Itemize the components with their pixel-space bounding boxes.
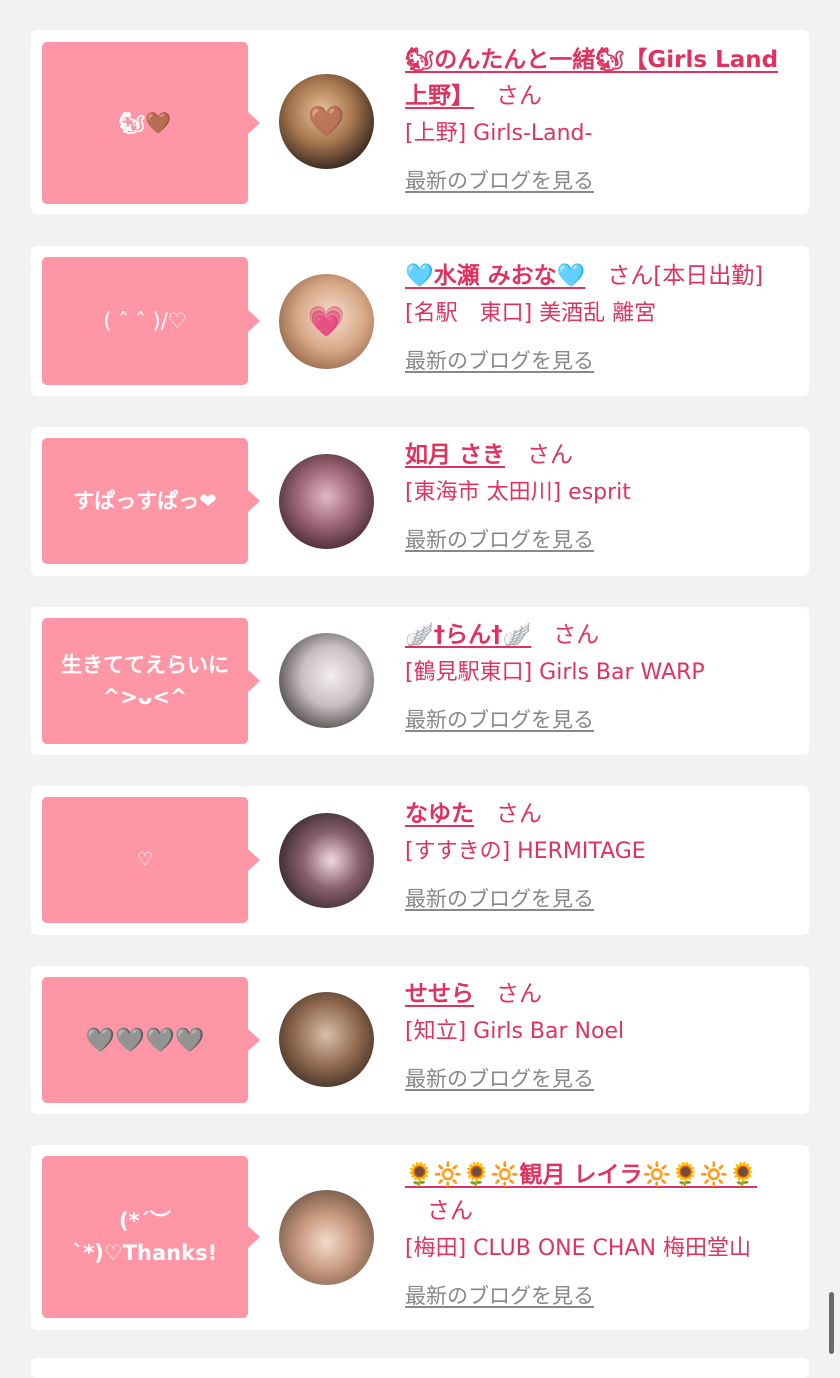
list-item: 生きててえらいに ^>ᴗ<^ 🪽†らん†🪽 さん [鶴見駅東口] Girls Ba…: [31, 607, 809, 755]
latest-blog-link[interactable]: 最新のブログを見る: [405, 1280, 594, 1310]
user-name-link[interactable]: 🌻🔆🌻🔆観月 レイラ🔆🌻🔆🌻: [405, 1162, 757, 1188]
shop-label: [鶴見駅東口] Girls Bar WARP: [405, 660, 705, 685]
latest-blog-link[interactable]: 最新のブログを見る: [405, 1063, 594, 1093]
list-item: 🩶🩶🩶🩶 せせら さん [知立] Girls Bar Noel 最新のブログを見る: [31, 966, 809, 1114]
message-bubble: 🐿🤎: [42, 42, 260, 204]
message-bubble: すぱっすぱっ❤: [42, 438, 260, 564]
scrollbar[interactable]: [829, 1292, 834, 1354]
name-line: 🌻🔆🌻🔆観月 レイラ🔆🌻🔆🌻 さん: [405, 1157, 801, 1229]
user-name-link[interactable]: 如月 さき: [405, 442, 505, 468]
latest-blog-link[interactable]: 最新のブログを見る: [405, 524, 594, 554]
message-bubble: (*´︶`*)♡Thanks!: [42, 1156, 260, 1318]
name-line: せせら さん: [405, 976, 801, 1012]
honorific: さん[本日出勤]: [607, 263, 764, 289]
user-name-link[interactable]: なゆた: [405, 801, 474, 827]
name-line: 🐿のんたんと一緒🐿【Girls Land 上野】 さん: [405, 42, 801, 114]
message-bubble: ♡: [42, 797, 260, 923]
honorific: さん: [496, 981, 542, 1007]
user-name-link[interactable]: 🐿のんたんと一緒🐿【Girls Land 上野】: [405, 47, 778, 109]
name-line: 🩵水瀬 みおな🩵 さん[本日出勤]: [405, 258, 801, 294]
list-item: ♡ なゆた さん [すすきの] HERMITAGE 最新のブログを見る: [31, 786, 809, 935]
honorific: さん: [496, 83, 542, 109]
avatar[interactable]: [279, 454, 374, 549]
message-bubble: 生きててえらいに ^>ᴗ<^: [42, 618, 260, 744]
shop-label: [上野] Girls-Land-: [405, 121, 593, 146]
shop-label: [名駅 東口] 美酒乱 離宮: [405, 301, 657, 326]
list-item: (*´︶`*)♡Thanks! 🌻🔆🌻🔆観月 レイラ🔆🌻🔆🌻 さん [梅田] CL…: [31, 1145, 809, 1330]
avatar[interactable]: [279, 1190, 374, 1285]
honorific: さん: [553, 622, 600, 648]
avatar[interactable]: [279, 633, 374, 728]
avatar[interactable]: [279, 992, 374, 1087]
shop-label: [知立] Girls Bar Noel: [405, 1019, 625, 1044]
heart-sticker-icon: 🤎: [307, 104, 346, 139]
shop-label: [東海市 太田川] esprit: [405, 480, 631, 505]
latest-blog-link[interactable]: 最新のブログを見る: [405, 345, 594, 375]
latest-blog-link[interactable]: 最新のブログを見る: [405, 165, 594, 195]
user-name-link[interactable]: 🪽†らん†🪽: [405, 622, 531, 648]
list-item: すぱっすぱっ❤ 如月 さき さん [東海市 太田川] esprit 最新のブログを…: [31, 427, 809, 576]
user-name-link[interactable]: せせら: [405, 981, 474, 1007]
name-line: 🪽†らん†🪽 さん: [405, 617, 801, 653]
avatar[interactable]: [279, 813, 374, 908]
honorific: さん: [527, 442, 574, 468]
avatar[interactable]: 💗: [279, 274, 374, 369]
heart-sticker-icon: 💗: [307, 304, 346, 339]
name-line: 如月 さき さん: [405, 437, 801, 473]
latest-blog-link[interactable]: 最新のブログを見る: [405, 704, 594, 734]
message-bubble: ( ˆ ˆ )/♡: [42, 257, 260, 385]
shop-label: [すすきの] HERMITAGE: [405, 839, 646, 864]
honorific: さん: [496, 801, 542, 827]
list-item: 🐿🤎 🤎 🐿のんたんと一緒🐿【Girls Land 上野】 さん [上野] Gir…: [31, 30, 809, 214]
latest-blog-link[interactable]: 最新のブログを見る: [405, 883, 594, 913]
honorific: さん: [427, 1198, 473, 1224]
name-line: なゆた さん: [405, 796, 801, 832]
avatar[interactable]: 🤎: [279, 74, 374, 169]
list-item: [31, 1358, 809, 1378]
message-bubble: 🩶🩶🩶🩶: [42, 977, 260, 1103]
list-item: ( ˆ ˆ )/♡ 💗 🩵水瀬 みおな🩵 さん[本日出勤] [名駅 東口] 美酒乱…: [31, 246, 809, 396]
user-name-link[interactable]: 🩵水瀬 みおな🩵: [405, 263, 585, 289]
shop-label: [梅田] CLUB ONE CHAN 梅田堂山: [405, 1236, 751, 1261]
